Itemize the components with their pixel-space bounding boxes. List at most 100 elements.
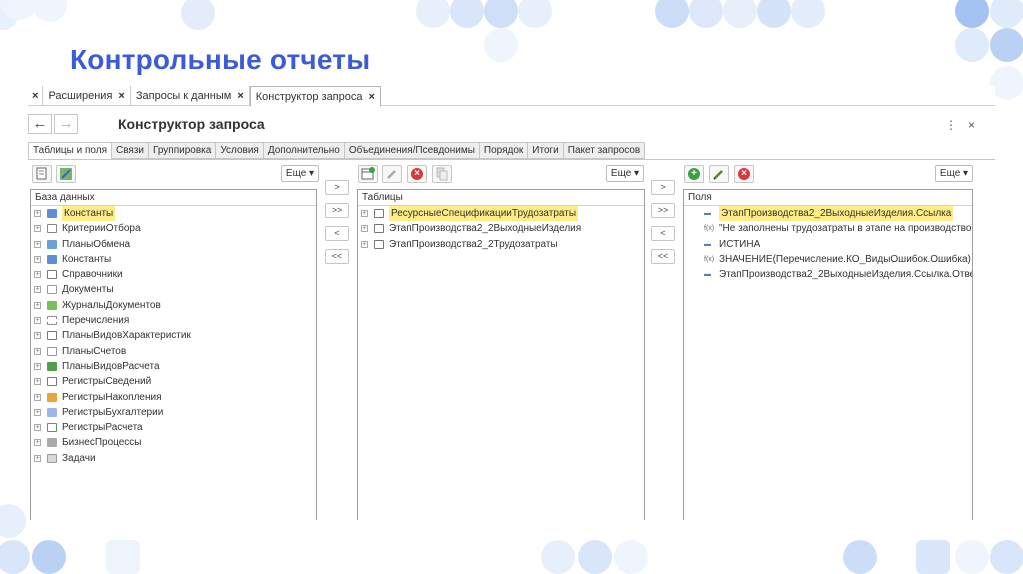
expand-icon[interactable]: + [34, 408, 41, 416]
delete-field-button[interactable]: × [734, 165, 754, 183]
database-item-label: РегистрыРасчета [62, 422, 143, 434]
database-item-row[interactable]: + Перечисления [31, 313, 316, 328]
tab-data-queries[interactable]: Запросы к данным × [131, 86, 250, 106]
tab-query-batch[interactable]: Пакет запросов [563, 142, 646, 159]
edit-field-button[interactable] [709, 165, 729, 183]
expand-icon[interactable]: + [34, 332, 41, 340]
decor-dot [689, 0, 723, 28]
move-fields-all-left-button[interactable]: << [651, 249, 675, 264]
exchange-plans-icon [47, 239, 57, 249]
decor-dot [518, 0, 552, 28]
expand-icon[interactable]: + [34, 317, 41, 325]
forward-button[interactable]: → [54, 114, 78, 134]
tab-totals[interactable]: Итоги [528, 142, 564, 159]
database-item-row[interactable]: + Документы [31, 282, 316, 297]
expand-icon[interactable]: + [34, 454, 41, 462]
more-button-tables[interactable]: Еще ▾ [606, 165, 644, 182]
expand-icon[interactable]: + [34, 210, 41, 217]
field-row[interactable]: ▬ ИСТИНА [684, 237, 972, 252]
tools-button[interactable] [56, 165, 76, 183]
move-field-right-button[interactable]: > [651, 180, 675, 195]
expand-icon[interactable]: + [34, 378, 41, 386]
move-fields-all-right-button[interactable]: >> [651, 203, 675, 218]
move-one-left-button[interactable]: < [325, 226, 349, 241]
close-icon[interactable]: × [118, 90, 124, 102]
close-icon[interactable]: × [237, 90, 243, 102]
tab-unions-aliases[interactable]: Объединения/Псевдонимы [344, 142, 480, 159]
database-item-row[interactable]: + ПланыВидовРасчета [31, 359, 316, 374]
database-item-row[interactable]: + Задачи [31, 451, 316, 466]
database-item-row[interactable]: + ПланыОбмена [31, 237, 316, 252]
database-item-row[interactable]: + ПланыСчетов [31, 344, 316, 359]
database-item-row[interactable]: + КритерииОтбора [31, 221, 316, 236]
expand-icon[interactable]: + [34, 271, 41, 279]
tab-links[interactable]: Связи [111, 142, 149, 159]
tab-close-icon[interactable]: × [28, 86, 44, 106]
delete-table-button[interactable]: × [407, 165, 427, 183]
move-field-left-button[interactable]: < [651, 226, 675, 241]
more-button-fields[interactable]: Еще ▾ [935, 165, 973, 182]
table-item-row[interactable]: + ЭтапПроизводства2_2ВыходныеИзделия [358, 221, 644, 236]
tab-query-designer[interactable]: Конструктор запроса × [249, 86, 381, 107]
expand-icon[interactable]: + [34, 424, 41, 432]
database-item-row[interactable]: + РегистрыРасчета [31, 420, 316, 435]
expand-icon[interactable]: + [34, 393, 41, 401]
add-table-button[interactable] [358, 165, 378, 183]
database-item-row[interactable]: + Справочники [31, 267, 316, 282]
expand-icon[interactable]: + [361, 225, 368, 233]
add-field-button[interactable]: + [684, 165, 704, 183]
expand-icon[interactable]: + [361, 240, 368, 248]
decor-dot [990, 540, 1023, 574]
expand-icon[interactable]: + [361, 210, 368, 217]
expand-icon[interactable]: + [34, 439, 41, 447]
tab-tables-and-fields[interactable]: Таблицы и поля [28, 142, 112, 160]
expand-icon[interactable]: + [34, 286, 41, 294]
decor-dot [955, 540, 989, 574]
move-all-right-button[interactable]: >> [325, 203, 349, 218]
field-row[interactable]: ▬ ЭтапПроизводства2_2ВыходныеИзделия.Ссыл… [684, 206, 972, 221]
table-item-row[interactable]: + РесурсныеСпецификацииТрудозатраты [358, 206, 644, 221]
database-item-label: Константы [62, 253, 112, 265]
expand-icon[interactable]: + [34, 255, 41, 263]
database-item-row[interactable]: + РегистрыСведений [31, 374, 316, 389]
database-item-row[interactable]: + ПланыВидовХарактеристик [31, 328, 316, 343]
tab-order[interactable]: Порядок [479, 142, 529, 159]
calculation-types-icon [47, 361, 57, 371]
more-button-database[interactable]: Еще ▾ [281, 165, 319, 182]
more-menu-icon[interactable]: ⋮ [945, 118, 957, 132]
database-item-row[interactable]: + Константы [31, 252, 316, 267]
table-item-row[interactable]: + ЭтапПроизводства2_2Трудозатраты [358, 237, 644, 252]
tab-additional[interactable]: Дополнительно [263, 142, 345, 159]
field-row[interactable]: ▬ ЭтапПроизводства2_2ВыходныеИзделия.Ссыл… [684, 267, 972, 282]
decor-dot [655, 0, 689, 28]
move-all-left-button[interactable]: << [325, 249, 349, 264]
tab-conditions[interactable]: Условия [216, 142, 264, 159]
edit-table-button[interactable] [382, 165, 402, 183]
tasks-icon [47, 453, 57, 463]
expand-icon[interactable]: + [34, 362, 41, 370]
copy-table-button[interactable] [432, 165, 452, 183]
expand-icon[interactable]: + [34, 347, 41, 355]
expand-icon[interactable]: + [34, 225, 41, 233]
database-item-row[interactable]: + Константы [31, 206, 316, 221]
tab-grouping[interactable]: Группировка [149, 142, 217, 159]
tab-extensions[interactable]: Расширения × [43, 86, 131, 106]
field-row[interactable]: f(x) ЗНАЧЕНИЕ(Перечисление.КО_ВидыОшибок.… [684, 252, 972, 267]
database-item-label: ЖурналыДокументов [62, 299, 161, 311]
database-item-row[interactable]: + ЖурналыДокументов [31, 298, 316, 313]
close-icon[interactable]: × [968, 118, 975, 132]
database-item-label: Константы [62, 206, 116, 221]
back-button[interactable]: ← [28, 114, 52, 134]
fields-header: Поля [684, 190, 972, 206]
decor-square [916, 540, 950, 574]
database-item-row[interactable]: + РегистрыБухгалтерии [31, 405, 316, 420]
database-item-row[interactable]: + БизнесПроцессы [31, 435, 316, 450]
expand-icon[interactable]: + [34, 240, 41, 248]
field-row[interactable]: f(x) "Не заполнены трудозатраты в этапе н… [684, 221, 972, 236]
database-item-row[interactable]: + РегистрыНакопления [31, 390, 316, 405]
expand-icon[interactable]: + [34, 301, 41, 309]
open-query-button[interactable] [32, 165, 52, 183]
database-panel: База данных + Константы + КритерииОтбора + Пл… [30, 189, 317, 520]
move-one-right-button[interactable]: > [325, 180, 349, 195]
close-icon[interactable]: × [369, 91, 375, 103]
